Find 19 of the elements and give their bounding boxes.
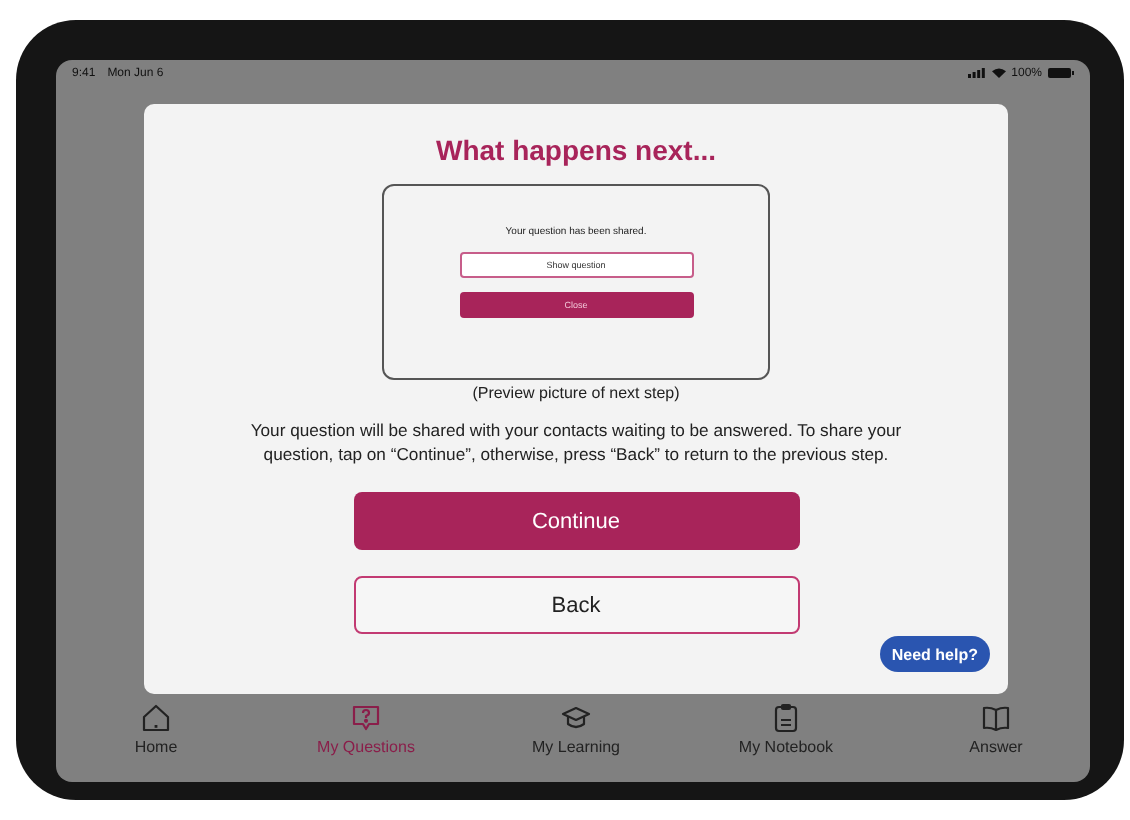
help-button[interactable]: Need help? (879, 636, 990, 672)
dialog-title: What happens next... (435, 134, 716, 168)
graduation-cap-icon (560, 702, 592, 734)
preview-caption: (Preview picture of next step) (472, 384, 680, 402)
wifi-icon (991, 68, 1006, 78)
tab-item[interactable]: Home (106, 702, 206, 756)
clipboard-icon (770, 702, 802, 734)
question-bubble-icon (350, 702, 382, 734)
tab-item[interactable]: My Questions (316, 702, 416, 756)
back-button[interactable]: Back (353, 576, 799, 634)
dialog-text: Your question will be shared with your contacts waiting to be answered. To share your question, tap on “Continue”, otherwise, press “Back” to return to the previous step. (248, 418, 904, 466)
continue-button[interactable]: Continue (353, 492, 799, 550)
book-icon (980, 702, 1012, 734)
tab-item[interactable]: Answer (946, 702, 1046, 756)
tab-item[interactable]: My Learning (526, 702, 626, 756)
tab-item[interactable]: My Notebook (736, 702, 836, 756)
battery-icon (1048, 68, 1074, 78)
home-icon (140, 702, 172, 734)
signal-icon (967, 68, 986, 78)
